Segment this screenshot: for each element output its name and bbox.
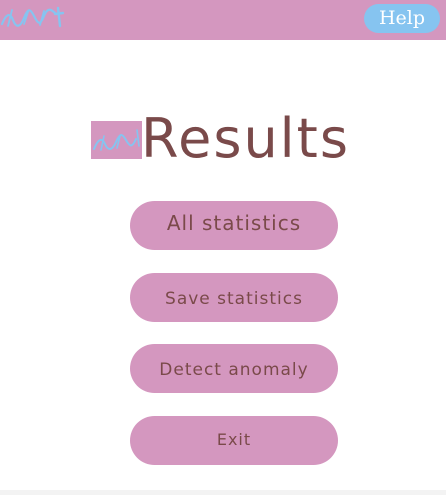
all-statistics-button[interactable]: All statistics (130, 201, 338, 250)
bottom-divider (0, 490, 446, 495)
page-title: Results (141, 107, 350, 170)
save-statistics-button[interactable]: Save statistics (130, 273, 338, 322)
help-button[interactable]: Help (364, 4, 440, 33)
top-bar: Help (0, 0, 446, 40)
detect-anomaly-button[interactable]: Detect anomaly (130, 344, 338, 393)
app-logo-icon (93, 129, 140, 151)
exit-button[interactable]: Exit (130, 416, 338, 465)
title-logo (91, 121, 142, 159)
app-logo-icon (0, 6, 65, 28)
